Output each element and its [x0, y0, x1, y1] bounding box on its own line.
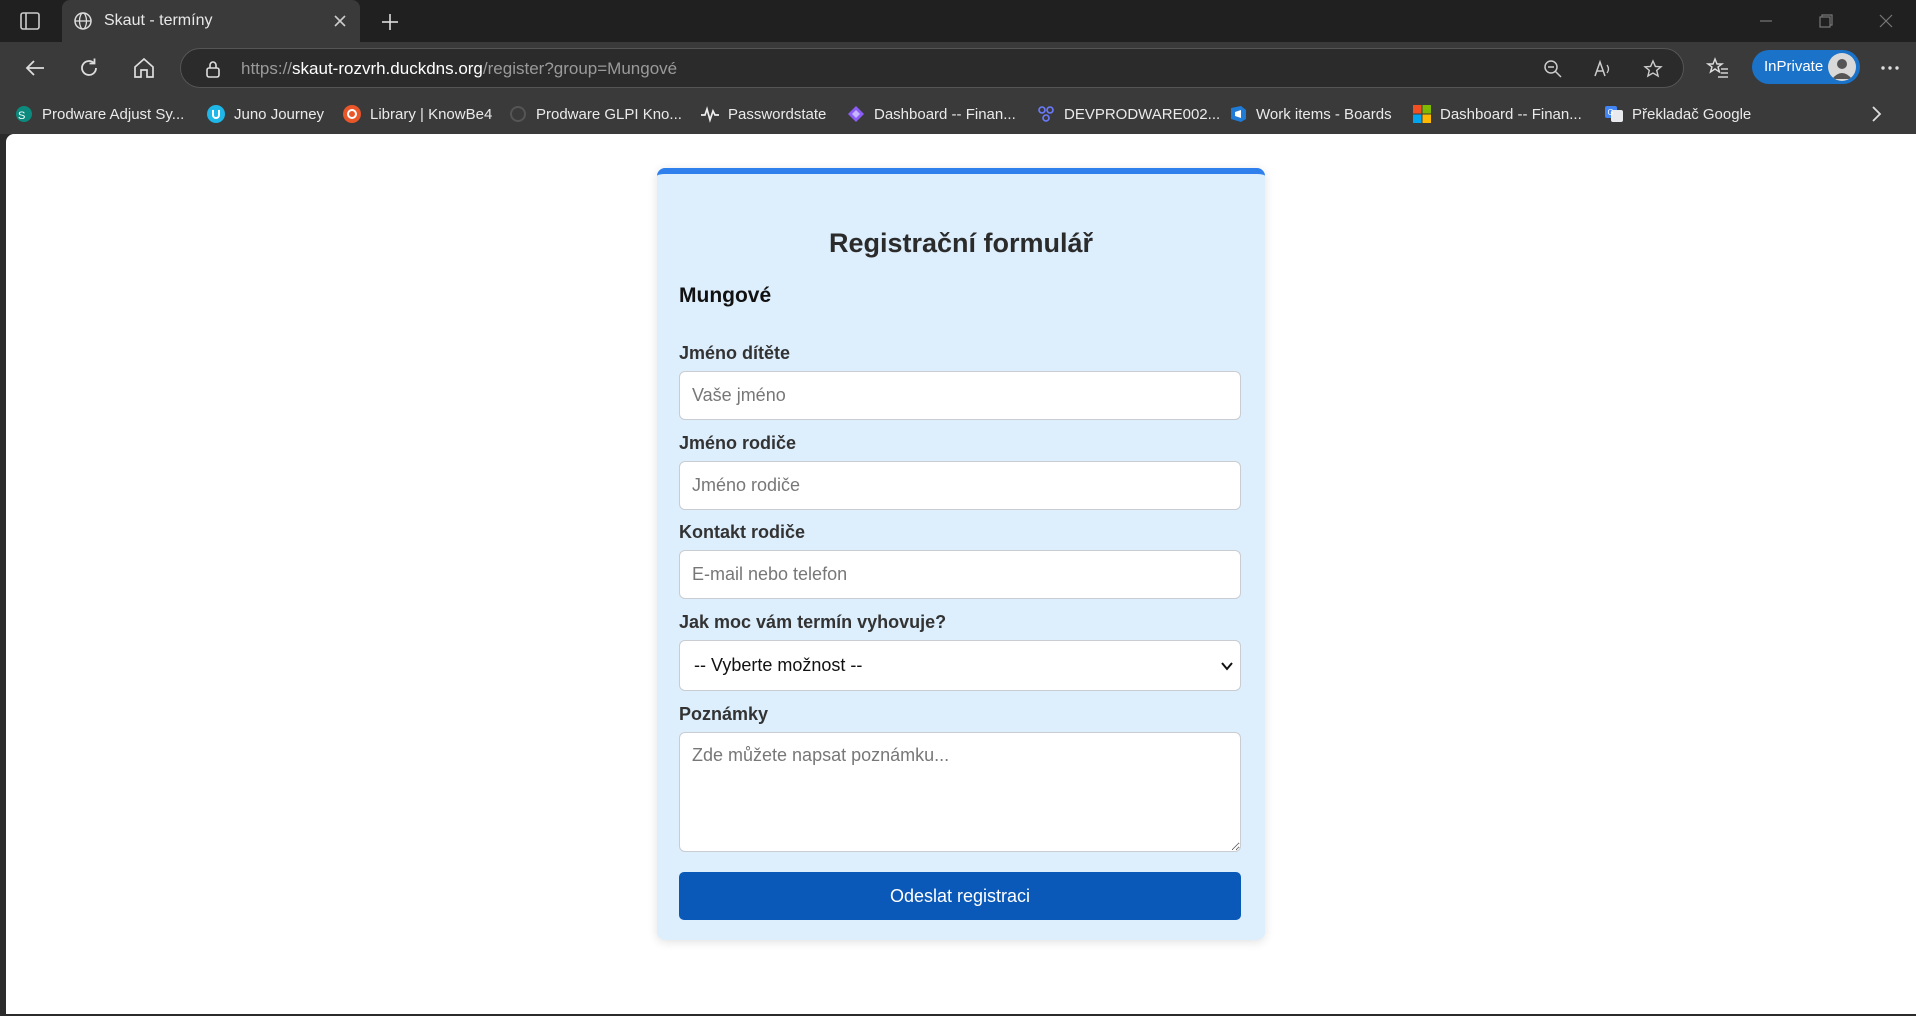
window-controls: [1736, 0, 1916, 42]
back-arrow-icon[interactable]: [22, 55, 48, 81]
bookmark-juno-journey[interactable]: Juno Journey: [206, 103, 324, 125]
bookmark-google-translate[interactable]: G Překladač Google: [1604, 103, 1751, 125]
more-options-icon[interactable]: [1878, 56, 1902, 80]
avatar: [1828, 53, 1856, 81]
submit-registration-button[interactable]: Odeslat registraci: [679, 872, 1241, 920]
bookmark-dashboard-1[interactable]: Dashboard -- Finan...: [846, 103, 1016, 125]
child-name-input[interactable]: [679, 371, 1241, 420]
star-icon[interactable]: [1643, 59, 1663, 79]
tab-actions-icon[interactable]: [18, 10, 42, 32]
bookmark-work-items[interactable]: Work items - Boards: [1228, 103, 1392, 125]
tab-strip: Skaut - termíny: [0, 0, 1916, 42]
home-icon[interactable]: [131, 55, 157, 81]
parent-name-input[interactable]: [679, 461, 1241, 510]
bookmark-prodware-adjust[interactable]: S Prodware Adjust Sy...: [14, 103, 184, 125]
juno-icon: [206, 104, 226, 124]
browser-window: Skaut - termíny https://skaut-rozvrh.duc…: [0, 0, 1916, 1016]
group-name: Mungové: [679, 284, 772, 307]
favorites-icon[interactable]: [1705, 56, 1730, 80]
knowbe4-icon: [342, 104, 362, 124]
suitability-selected-value: -- Vyberte možnost --: [694, 655, 863, 675]
contact-label: Kontakt rodiče: [679, 522, 806, 542]
devops-icon: [1036, 104, 1056, 124]
refresh-icon[interactable]: [76, 55, 102, 81]
microsoft-icon: [1412, 104, 1432, 124]
minimize-icon[interactable]: [1736, 0, 1796, 42]
chevron-down-icon: [1220, 659, 1234, 673]
bookmark-passwordstate[interactable]: Passwordstate: [700, 103, 826, 125]
pulse-icon: [700, 104, 720, 124]
new-tab-icon[interactable]: [378, 10, 402, 34]
address-bar[interactable]: https://skaut-rozvrh.duckdns.org/registe…: [180, 48, 1684, 88]
inprivate-label: InPrivate: [1764, 58, 1824, 75]
dashboard-icon: [846, 104, 866, 124]
parent-name-label: Jméno rodiče: [679, 433, 797, 453]
url-text[interactable]: https://skaut-rozvrh.duckdns.org/registe…: [241, 59, 677, 79]
tab-title: Skaut - termíny: [104, 12, 213, 29]
read-aloud-icon[interactable]: [1593, 59, 1613, 79]
tab-active[interactable]: Skaut - termíny: [62, 0, 360, 42]
browser-toolbar: https://skaut-rozvrh.duckdns.org/registe…: [0, 42, 1916, 94]
bookmark-devprodware[interactable]: DEVPRODWARE002...: [1036, 103, 1220, 125]
form-title: Registrační formulář: [828, 228, 1094, 258]
contact-input[interactable]: [679, 550, 1241, 599]
svg-text:S: S: [18, 110, 25, 122]
sharepoint-icon: S: [14, 104, 34, 124]
translate-icon: G: [1604, 104, 1624, 124]
notes-label: Poznámky: [679, 704, 769, 724]
child-name-label: Jméno dítěte: [679, 343, 791, 363]
close-window-icon[interactable]: [1856, 0, 1916, 42]
bookmarks-bar: S Prodware Adjust Sy... Juno Journey Lib…: [0, 94, 1916, 134]
boards-icon: [1228, 104, 1248, 124]
close-tab-icon[interactable]: [330, 11, 350, 31]
page-viewport: Registrační formulář Mungové Jméno dítět…: [6, 134, 1916, 1014]
globe-icon: [72, 10, 94, 32]
glpi-icon: [508, 104, 528, 124]
zoom-out-icon[interactable]: [1543, 59, 1563, 79]
restore-icon[interactable]: [1796, 0, 1856, 42]
bookmark-dashboard-2[interactable]: Dashboard -- Finan...: [1412, 103, 1582, 125]
bookmark-glpi[interactable]: Prodware GLPI Kno...: [508, 103, 682, 125]
registration-card: Registrační formulář Mungové Jméno dítět…: [657, 168, 1265, 940]
lock-icon[interactable]: [203, 59, 223, 79]
inprivate-badge[interactable]: InPrivate: [1752, 50, 1860, 84]
suitability-select[interactable]: -- Vyberte možnost --: [679, 640, 1241, 691]
bookmark-knowbe4[interactable]: Library | KnowBe4: [342, 103, 492, 125]
suitability-label: Jak moc vám termín vyhovuje?: [679, 612, 947, 632]
chevron-right-icon[interactable]: [1866, 104, 1886, 124]
svg-text:G: G: [1608, 108, 1614, 117]
notes-textarea[interactable]: [679, 732, 1241, 852]
